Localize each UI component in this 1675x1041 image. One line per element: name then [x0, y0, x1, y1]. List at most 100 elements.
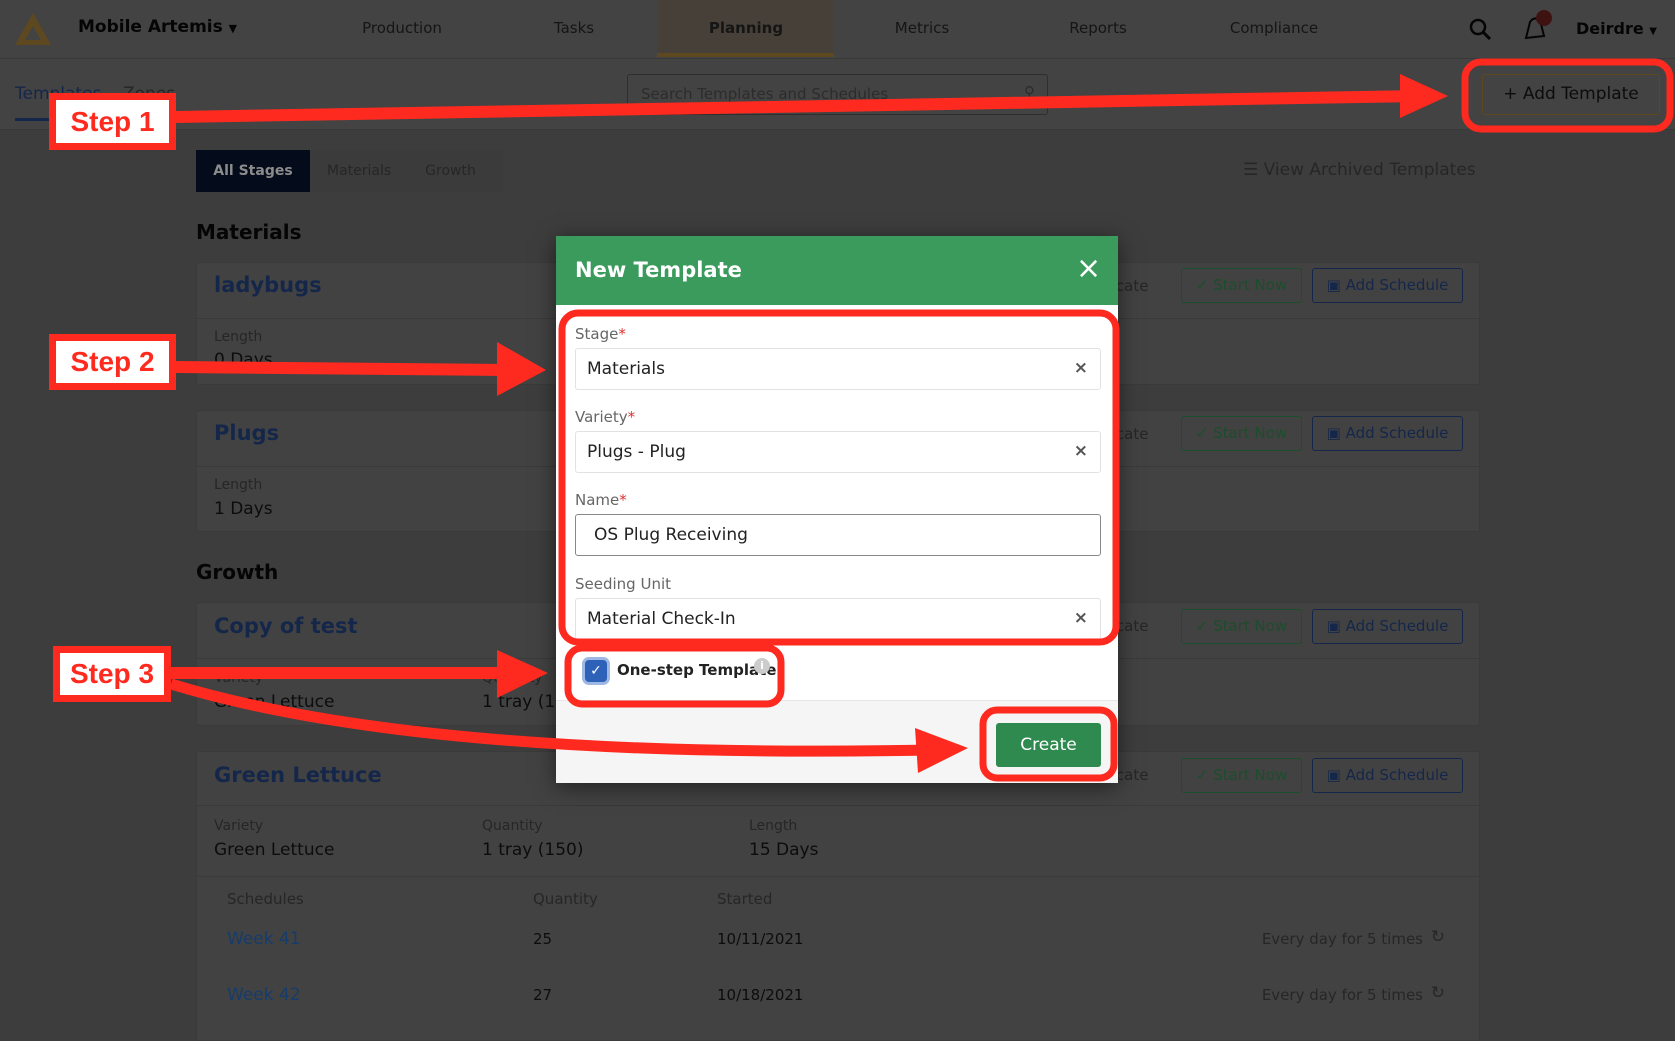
- variety-label-text: Variety: [575, 408, 628, 426]
- variety-select[interactable]: Plugs - Plug ×: [575, 431, 1101, 473]
- seeding-unit-select[interactable]: Material Check-In ×: [575, 598, 1101, 640]
- clear-icon[interactable]: ×: [1074, 608, 1088, 628]
- caret-down-icon: ▼: [228, 22, 238, 35]
- start-now-label: Start Now: [1213, 617, 1288, 635]
- one-step-label[interactable]: One-step Template: [617, 661, 776, 679]
- quantity-value: 1 tray (150): [482, 840, 584, 860]
- nav-compliance[interactable]: Compliance: [1230, 0, 1318, 59]
- modal-title: New Template: [575, 258, 742, 282]
- seeding-unit-value: Material Check-In: [587, 609, 736, 629]
- repeat-icon: ↻: [1430, 927, 1445, 947]
- schedule-started: 10/18/2021: [717, 986, 804, 1004]
- card-title[interactable]: Green Lettuce: [214, 763, 382, 787]
- add-schedule-label: Add Schedule: [1345, 617, 1449, 635]
- start-now-label: Start Now: [1213, 424, 1288, 442]
- tab-templates[interactable]: Templates: [15, 84, 102, 121]
- new-template-modal: New Template × Stage * Materials × Variety…: [556, 236, 1118, 783]
- check-icon: ✓: [1195, 424, 1209, 442]
- check-icon: ✓: [1195, 766, 1209, 784]
- add-template-button[interactable]: + Add Template: [1482, 74, 1660, 115]
- nav-planning[interactable]: Planning: [709, 0, 783, 59]
- name-input[interactable]: OS Plug Receiving: [575, 514, 1101, 556]
- start-now-button[interactable]: ✓ Start Now: [1181, 416, 1302, 451]
- seeding-unit-label: Seeding Unit: [575, 575, 671, 593]
- view-archived-link[interactable]: ☰ View Archived Templates: [1243, 160, 1476, 180]
- start-now-button[interactable]: ✓ Start Now: [1181, 758, 1302, 793]
- section-growth: Growth: [196, 560, 279, 584]
- nav-tasks[interactable]: Tasks: [554, 0, 594, 59]
- tab-zones[interactable]: Zones: [123, 84, 175, 104]
- start-now-label: Start Now: [1213, 766, 1288, 784]
- length-value: 15 Days: [749, 840, 819, 860]
- schedule-link[interactable]: Week 41: [227, 929, 301, 949]
- card-title[interactable]: Plugs: [214, 421, 279, 445]
- schedule-started: 10/11/2021: [717, 930, 804, 948]
- start-now-button[interactable]: ✓ Start Now: [1181, 609, 1302, 644]
- check-icon: ✓: [1195, 276, 1209, 294]
- calendar-icon: ▣: [1326, 617, 1341, 635]
- one-step-checkbox[interactable]: ✓: [585, 660, 607, 682]
- add-schedule-button[interactable]: ▣ Add Schedule: [1312, 609, 1463, 644]
- schedule-repeat: Every day for 5 times: [1261, 930, 1423, 948]
- top-nav: Mobile Artemis ▼ Production Tasks Planni…: [0, 0, 1675, 59]
- repeat-icon: ↻: [1430, 983, 1445, 1003]
- search-placeholder: Search Templates and Schedules: [641, 85, 889, 103]
- length-label: Length: [214, 477, 263, 493]
- add-schedule-label: Add Schedule: [1345, 766, 1449, 784]
- schedule-quantity: 25: [533, 930, 553, 948]
- add-schedule-button[interactable]: ▣ Add Schedule: [1312, 416, 1463, 451]
- modal-footer: Create: [556, 700, 1118, 783]
- divider: [197, 805, 1479, 806]
- create-button[interactable]: Create: [996, 723, 1101, 767]
- divider: [197, 876, 1479, 877]
- clear-icon[interactable]: ×: [1074, 358, 1088, 378]
- start-now-button[interactable]: ✓ Start Now: [1181, 268, 1302, 303]
- name-label: Name*: [575, 491, 627, 509]
- card-title[interactable]: ladybugs: [214, 273, 322, 297]
- stage-label-text: Stage: [575, 325, 619, 343]
- logo-icon: [15, 13, 51, 45]
- view-archived-label: View Archived Templates: [1263, 160, 1476, 180]
- quantity-header: Quantity: [533, 890, 598, 908]
- step3-label: Step 3: [53, 646, 171, 702]
- start-now-label: Start Now: [1213, 276, 1288, 294]
- plus-icon: +: [1503, 84, 1518, 104]
- info-icon[interactable]: i: [754, 658, 770, 674]
- search-icon: ⚲: [1024, 83, 1035, 101]
- card-title[interactable]: Copy of test: [214, 614, 358, 638]
- nav-metrics[interactable]: Metrics: [895, 0, 949, 59]
- brand-name: Mobile Artemis: [78, 17, 223, 37]
- stage-tab-materials[interactable]: Materials: [310, 150, 408, 192]
- add-schedule-button[interactable]: ▣ Add Schedule: [1312, 758, 1463, 793]
- schedule-link[interactable]: Week 42: [227, 985, 301, 1005]
- required-marker: *: [627, 408, 636, 426]
- modal-header: New Template ×: [556, 236, 1118, 305]
- search-icon[interactable]: [1469, 18, 1491, 40]
- section-materials: Materials: [196, 220, 302, 244]
- step2-label: Step 2: [49, 334, 176, 390]
- length-label: Length: [749, 818, 798, 834]
- user-menu[interactable]: Deirdre ▼: [1576, 19, 1657, 38]
- calendar-icon: ▣: [1326, 424, 1341, 442]
- check-icon: ✓: [590, 663, 602, 679]
- search-input[interactable]: Search Templates and Schedules ⚲: [627, 74, 1048, 115]
- started-header: Started: [717, 890, 773, 908]
- close-icon[interactable]: ×: [1076, 252, 1101, 286]
- schedules-header: Schedules: [227, 890, 304, 908]
- required-marker: *: [619, 491, 627, 509]
- brand-menu[interactable]: Mobile Artemis ▼: [78, 17, 237, 37]
- length-label: Length: [214, 329, 263, 345]
- caret-down-icon: ▼: [1649, 26, 1657, 37]
- schedule-repeat: Every day for 5 times: [1261, 986, 1423, 1004]
- add-schedule-label: Add Schedule: [1345, 276, 1449, 294]
- length-value: 0 Days: [214, 350, 273, 370]
- stage-tab-all[interactable]: All Stages: [196, 150, 310, 192]
- add-schedule-button[interactable]: ▣ Add Schedule: [1312, 268, 1463, 303]
- clear-icon[interactable]: ×: [1074, 441, 1088, 461]
- stage-select[interactable]: Materials ×: [575, 348, 1101, 390]
- quantity-label: Quantity: [482, 670, 543, 686]
- stage-tab-growth[interactable]: Growth: [408, 150, 493, 192]
- nav-production[interactable]: Production: [362, 0, 442, 59]
- nav-reports[interactable]: Reports: [1069, 0, 1127, 59]
- bell-icon[interactable]: [1520, 8, 1556, 42]
